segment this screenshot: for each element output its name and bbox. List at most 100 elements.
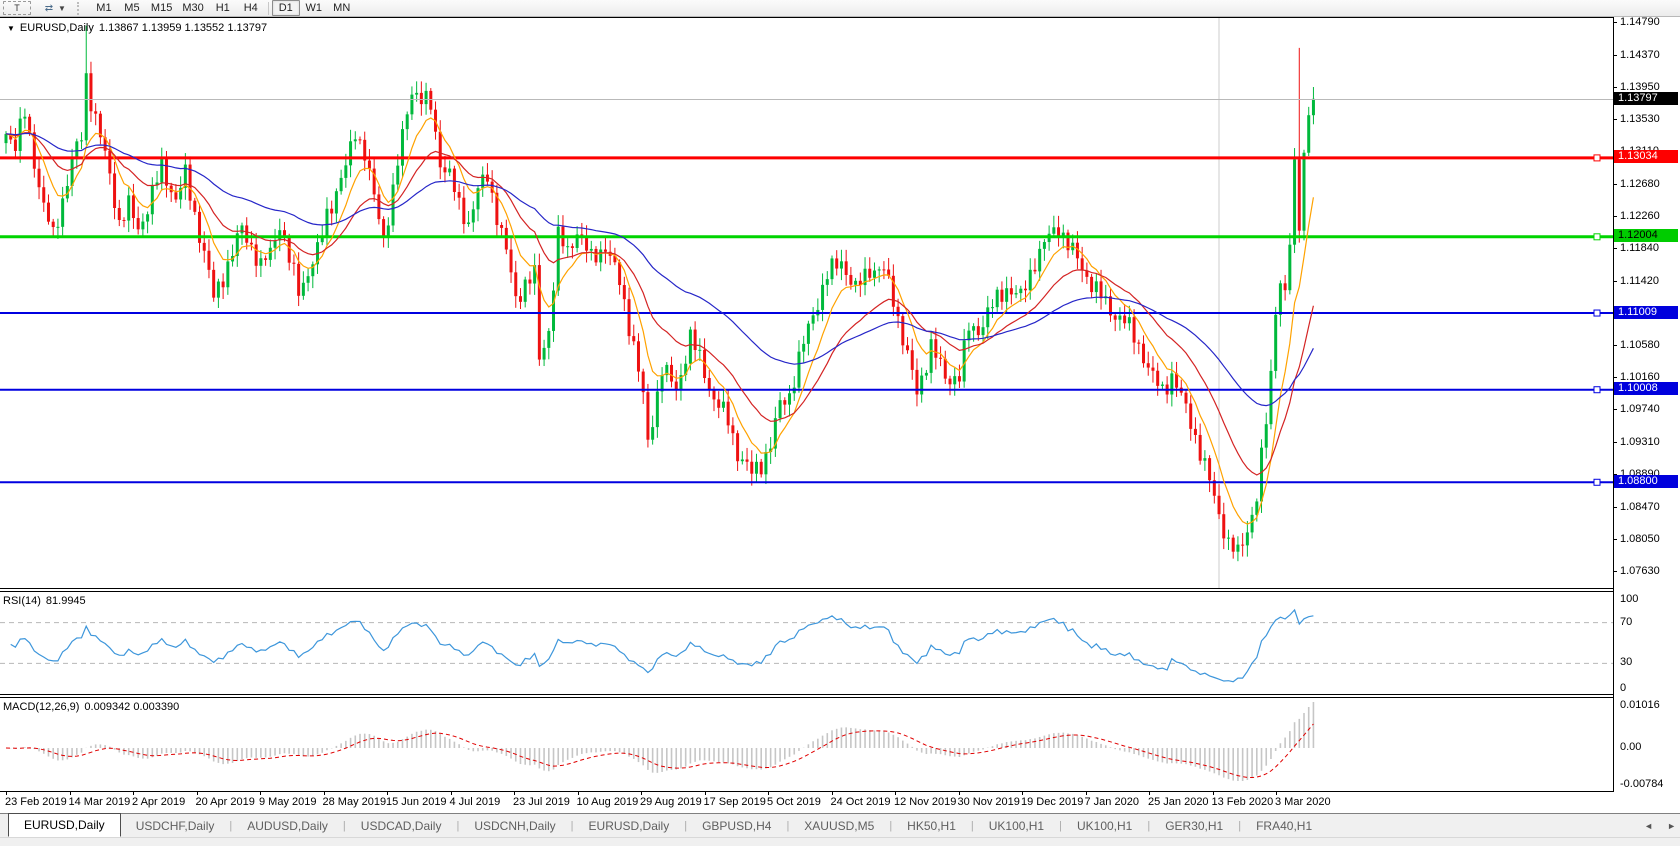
chart-tab-eurusd-daily[interactable]: EURUSD,Daily: [574, 814, 685, 837]
date-label[interactable]: 2 Apr 2019: [132, 796, 185, 808]
macd-chart[interactable]: [0, 698, 1613, 791]
timeframe-button-w1[interactable]: W1: [300, 0, 328, 16]
price-line-handle[interactable]: [1594, 310, 1600, 316]
date-label[interactable]: 13 Feb 2020: [1212, 796, 1274, 808]
candle-body: [750, 462, 753, 474]
chart-tab-hk50-h1[interactable]: HK50,H1: [892, 814, 971, 837]
candle-body: [349, 141, 352, 165]
candle-body: [448, 169, 451, 173]
date-label[interactable]: 12 Nov 2019: [894, 796, 956, 808]
price-tick-mark: [1613, 281, 1617, 282]
chart-ohlc-values: 1.13867 1.13959 1.13552 1.13797: [99, 22, 267, 34]
candle-body: [915, 370, 918, 395]
candle-body: [453, 169, 456, 192]
chart-tab-gbpusd-h4[interactable]: GBPUSD,H4: [687, 814, 786, 837]
candle-body: [637, 341, 640, 371]
toolbar-grip[interactable]: [77, 2, 84, 15]
date-label[interactable]: 24 Oct 2019: [831, 796, 891, 808]
timeframe-button-d1[interactable]: D1: [272, 0, 300, 16]
candle-body: [439, 132, 442, 168]
candle-body: [212, 270, 215, 298]
chart-tab-usdchf-daily[interactable]: USDCHF,Daily: [121, 814, 230, 837]
candle-body: [1142, 344, 1145, 364]
candle-body: [325, 209, 328, 236]
rsi-indicator-pane[interactable]: RSI(14) 81.9945: [0, 591, 1613, 695]
date-tick-mark: [1213, 792, 1214, 795]
date-label[interactable]: 28 May 2019: [323, 796, 387, 808]
date-label[interactable]: 10 Aug 2019: [577, 796, 639, 808]
price-line-handle[interactable]: [1594, 387, 1600, 393]
candle-body: [406, 114, 409, 129]
chart-tab-usdcnh-daily[interactable]: USDCNH,Daily: [459, 814, 570, 837]
candle-body: [14, 140, 17, 151]
date-label[interactable]: 19 Dec 2019: [1021, 796, 1083, 808]
price-chart-pane[interactable]: [0, 17, 1613, 589]
candle-body: [382, 219, 385, 236]
chart-tab-uk100-h1[interactable]: UK100,H1: [1062, 814, 1147, 837]
macd-indicator-pane[interactable]: MACD(12,26,9) 0.009342 0.003390: [0, 697, 1613, 792]
candle-body: [623, 285, 626, 299]
collapse-chart-icon[interactable]: ▼: [7, 24, 15, 33]
chart-tab-ger30-h1[interactable]: GER30,H1: [1150, 814, 1238, 837]
candle-body: [1293, 159, 1296, 244]
date-label[interactable]: 25 Jan 2020: [1148, 796, 1209, 808]
candle-body: [1288, 245, 1291, 291]
arrange-charts-button[interactable]: ⇄ ▼: [36, 0, 71, 16]
date-label[interactable]: 7 Jan 2020: [1085, 796, 1139, 808]
candle-body: [986, 307, 989, 327]
date-label[interactable]: 9 May 2019: [259, 796, 316, 808]
date-label[interactable]: 3 Mar 2020: [1275, 796, 1331, 808]
candle-body: [85, 73, 88, 140]
candle-body: [1312, 99, 1315, 115]
chart-tab-eurusd-daily[interactable]: EURUSD,Daily: [8, 813, 121, 837]
date-tick-mark: [1022, 792, 1023, 795]
date-label[interactable]: 5 Oct 2019: [767, 796, 821, 808]
date-label[interactable]: 4 Jul 2019: [450, 796, 501, 808]
price-line-handle[interactable]: [1594, 155, 1600, 161]
chart-tab-fra40-h1[interactable]: FRA40,H1: [1241, 814, 1327, 837]
timeframe-button-m1[interactable]: M1: [90, 0, 118, 16]
candle-body: [42, 187, 45, 202]
timeframe-button-h4[interactable]: H4: [237, 0, 265, 16]
date-label[interactable]: 14 Mar 2019: [69, 796, 131, 808]
price-line-handle[interactable]: [1594, 234, 1600, 240]
candle-body: [628, 299, 631, 336]
horizontal-price-lines[interactable]: [0, 99, 1613, 485]
date-label[interactable]: 23 Jul 2019: [513, 796, 570, 808]
timeframe-button-m30[interactable]: M30: [177, 0, 208, 16]
date-label[interactable]: 30 Nov 2019: [958, 796, 1020, 808]
candle-body: [269, 248, 272, 260]
chart-tab-audusd-daily[interactable]: AUDUSD,Daily: [232, 814, 343, 837]
timeframe-button-m15[interactable]: M15: [146, 0, 177, 16]
candle-body: [1133, 317, 1136, 342]
chart-symbol-label: EURUSD,Daily: [20, 22, 94, 34]
text-label-tool-button[interactable]: T: [3, 1, 31, 15]
candle-body: [547, 331, 550, 348]
date-label[interactable]: 17 Sep 2019: [704, 796, 766, 808]
price-tick-mark: [1613, 571, 1617, 572]
candle-body: [845, 261, 848, 275]
chevron-down-icon[interactable]: ▼: [58, 4, 66, 13]
scroll-tabs-right-icon[interactable]: ►: [1667, 821, 1676, 831]
timeframe-button-mn[interactable]: MN: [328, 0, 356, 16]
candle-body: [61, 198, 64, 226]
date-label[interactable]: 29 Aug 2019: [640, 796, 702, 808]
rsi-chart[interactable]: [0, 592, 1613, 694]
timeframe-button-h1[interactable]: H1: [209, 0, 237, 16]
macd-name: MACD(12,26,9): [3, 701, 79, 713]
scroll-tabs-left-icon[interactable]: ◄: [1644, 821, 1653, 831]
date-label[interactable]: 15 Jun 2019: [386, 796, 447, 808]
date-label[interactable]: 23 Feb 2019: [5, 796, 67, 808]
candle-body: [458, 192, 461, 198]
chart-tab-uk100-h1[interactable]: UK100,H1: [974, 814, 1059, 837]
price-tick-mark: [1613, 22, 1617, 23]
chart-tab-usdcad-daily[interactable]: USDCAD,Daily: [346, 814, 457, 837]
candle-body: [89, 73, 92, 111]
date-axis[interactable]: 23 Feb 201914 Mar 20192 Apr 2019 20 Apr 2…: [0, 792, 1613, 813]
chart-tab-xauusd-m5[interactable]: XAUUSD,M5: [789, 814, 889, 837]
timeframe-button-m5[interactable]: M5: [118, 0, 146, 16]
candle-body: [996, 290, 999, 307]
candlestick-chart[interactable]: [0, 18, 1613, 588]
date-label[interactable]: 20 Apr 2019: [196, 796, 255, 808]
price-line-handle[interactable]: [1594, 479, 1600, 485]
